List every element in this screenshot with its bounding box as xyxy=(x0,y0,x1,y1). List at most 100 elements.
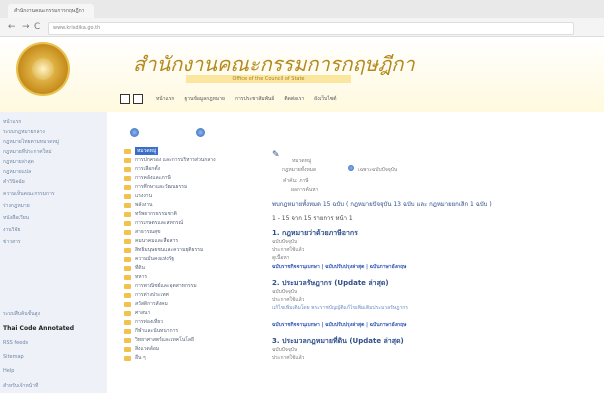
folder-icon xyxy=(124,283,131,289)
forward-icon[interactable]: → xyxy=(22,21,30,33)
folder-icon xyxy=(124,211,131,217)
folder-icon xyxy=(124,193,131,199)
filter-label: กฎหมายทั้งหมด xyxy=(282,167,317,173)
sidebar-item[interactable]: งานวิจัย xyxy=(3,226,103,234)
tree-item[interactable]: ความมั่นคงแห่งรัฐ xyxy=(124,255,264,263)
result-line: ประกาศใช้แล้ว xyxy=(272,297,305,303)
sidebar-item[interactable]: RSS feeds xyxy=(3,340,103,346)
option-label[interactable]: เฉพาะฉบับปัจจุบัน xyxy=(358,166,397,174)
pager[interactable]: 1 - 15 จาก 15 รายการ หน้า 1 xyxy=(272,213,353,223)
site-subtitle: Office of the Council of State xyxy=(186,75,351,83)
result-line: ฉบับปัจจุบัน xyxy=(272,347,298,353)
nav-item[interactable]: ผังเว็บไซต์ xyxy=(314,95,336,103)
tree-item[interactable]: พลังงาน xyxy=(124,201,264,209)
tree-item[interactable]: คมนาคมและสื่อสาร xyxy=(124,237,264,245)
tree-item[interactable]: แรงงาน xyxy=(124,192,264,200)
menu-square-icon[interactable] xyxy=(120,94,130,104)
folder-icon xyxy=(124,310,131,316)
folder-icon xyxy=(124,355,131,361)
reload-icon[interactable]: C xyxy=(34,21,40,33)
folder-icon xyxy=(124,337,131,343)
sidebar-item[interactable]: ระบบสืบค้นขั้นสูง xyxy=(3,310,103,318)
sidebar-item[interactable]: Sitemap xyxy=(3,354,103,360)
sidebar-item[interactable]: สำหรับเจ้าหน้าที่ xyxy=(3,382,103,390)
tree-item[interactable]: กีฬาและนันทนาการ xyxy=(124,327,264,335)
sidebar-item[interactable]: ร่างกฎหมาย xyxy=(3,202,103,210)
folder-icon xyxy=(124,166,131,172)
folder-icon xyxy=(124,184,131,190)
tree-item[interactable]: ทหาร xyxy=(124,273,264,281)
folder-icon xyxy=(124,319,131,325)
folder-icon xyxy=(124,256,131,262)
result-line: ฉบับปัจจุบัน xyxy=(272,289,298,295)
back-icon[interactable]: ← xyxy=(8,21,16,33)
tree-item[interactable]: การท่องเที่ยว xyxy=(124,318,264,326)
sidebar-item[interactable]: กฎหมายที่ประกาศใหม่ xyxy=(3,148,103,156)
result-line: ดูเนื้อหา xyxy=(272,255,290,261)
tree-item[interactable]: การปกครอง และการบริหารส่วนกลาง xyxy=(124,156,264,164)
tree-item[interactable]: หมวดหมู่ xyxy=(124,147,264,155)
sidebar-item[interactable]: หน้าแรก xyxy=(3,118,103,126)
sidebar-item[interactable]: Help xyxy=(3,368,103,374)
globe-icon[interactable] xyxy=(196,128,205,137)
tree-item[interactable]: ที่ดิน xyxy=(124,264,264,272)
nav-item[interactable]: ฐานข้อมูลกฎหมาย xyxy=(184,95,224,103)
folder-icon xyxy=(124,346,131,352)
sidebar-item[interactable]: ระบบกฎหมายกลาง xyxy=(3,128,103,136)
nav-item[interactable]: การประชาสัมพันธ์ xyxy=(235,95,274,103)
folder-icon xyxy=(124,247,131,253)
folder-icon xyxy=(124,238,131,244)
folder-icon xyxy=(124,175,131,181)
folder-icon xyxy=(124,229,131,235)
section-label: หมวดหมู่ xyxy=(292,158,312,164)
sidebar-item[interactable]: ข่าวสาร xyxy=(3,238,103,246)
nav-item[interactable]: ติดต่อเรา xyxy=(284,95,304,103)
result-line: แก้ไขเพิ่มเติมโดย พระราชบัญญัติแก้ไขเพิ่… xyxy=(272,305,408,311)
browser-tab[interactable]: สำนักงานคณะกรรมการกฤษฎีกา xyxy=(8,4,94,18)
tree-item[interactable]: การคลังและภาษี xyxy=(124,174,264,182)
tree-item[interactable]: วิทยาศาสตร์และเทคโนโลยี xyxy=(124,336,264,344)
globe-icon[interactable] xyxy=(130,128,139,137)
sidebar-item[interactable]: หนังสือเวียน xyxy=(3,214,103,222)
result-line: ฉบับปัจจุบัน xyxy=(272,239,298,245)
sidebar-item[interactable]: คำวินิจฉัย xyxy=(3,178,103,186)
tree-item[interactable]: อื่น ๆ xyxy=(124,354,264,362)
sub-line: ผลการค้นหา xyxy=(291,187,319,193)
result-links[interactable]: ฉบับราชกิจจานุเบกษา | ฉบับปรับปรุงล่าสุด… xyxy=(272,321,600,329)
folder-icon xyxy=(124,220,131,226)
sidebar: หน้าแรก ระบบกฎหมายกลาง กฎหมายไทยตามหมวดห… xyxy=(0,112,107,393)
tree-item[interactable]: การพาณิชย์และอุตสาหกรรม xyxy=(124,282,264,290)
tree-item[interactable]: ทรัพยากรธรรมชาติ xyxy=(124,210,264,218)
tree-item[interactable]: สาธารณสุข xyxy=(124,228,264,236)
tree-item[interactable]: การศึกษาและวัฒนธรรม xyxy=(124,183,264,191)
sidebar-item[interactable]: กฎหมายแปล xyxy=(3,168,103,176)
tree-item[interactable]: การเลือกตั้ง xyxy=(124,165,264,173)
result-line: ประกาศใช้แล้ว xyxy=(272,355,305,361)
tree-item[interactable]: ศาสนา xyxy=(124,309,264,317)
site-logo-emblem-icon xyxy=(32,58,54,80)
nav-item[interactable]: หน้าแรก xyxy=(156,95,174,103)
url-input[interactable]: www.krisdika.go.th xyxy=(48,22,574,35)
menu-square-icon[interactable] xyxy=(133,94,143,104)
globe-icon xyxy=(348,165,354,171)
tree-item[interactable]: สิ่งแวดล้อม xyxy=(124,345,264,353)
folder-icon xyxy=(124,148,131,154)
browser-tab-bar: สำนักงานคณะกรรมการกฤษฎีกา xyxy=(0,0,604,18)
tree-item[interactable]: สวัสดิการสังคม xyxy=(124,300,264,308)
sidebar-item-thai-code-annotated[interactable]: Thai Code Annotated xyxy=(3,325,103,332)
folder-icon xyxy=(124,328,131,334)
results-summary: พบกฎหมายทั้งหมด 15 ฉบับ ( กฎหมายปัจจุบัน… xyxy=(272,201,492,208)
result-line: ประกาศใช้แล้ว xyxy=(272,247,305,253)
tree-item[interactable]: การเกษตรและสหกรณ์ xyxy=(124,219,264,227)
tree-item[interactable]: สิทธิมนุษยชนและความยุติธรรม xyxy=(124,246,264,254)
result-links[interactable]: ฉบับราชกิจจานุเบกษา | ฉบับปรับปรุงล่าสุด… xyxy=(272,263,600,271)
folder-icon xyxy=(124,157,131,163)
folder-icon xyxy=(124,292,131,298)
tree-item[interactable]: การต่างประเทศ xyxy=(124,291,264,299)
top-nav: หน้าแรก ฐานข้อมูลกฎหมาย การประชาสัมพันธ์… xyxy=(120,93,337,105)
bullet-line: คำค้น: ภาษี xyxy=(283,178,309,184)
sidebar-item[interactable]: ความเห็นคณะกรรมการ xyxy=(3,190,103,198)
folder-icon xyxy=(124,301,131,307)
sidebar-item[interactable]: กฎหมายล่าสุด xyxy=(3,158,103,166)
sidebar-item[interactable]: กฎหมายไทยตามหมวดหมู่ xyxy=(3,138,103,146)
